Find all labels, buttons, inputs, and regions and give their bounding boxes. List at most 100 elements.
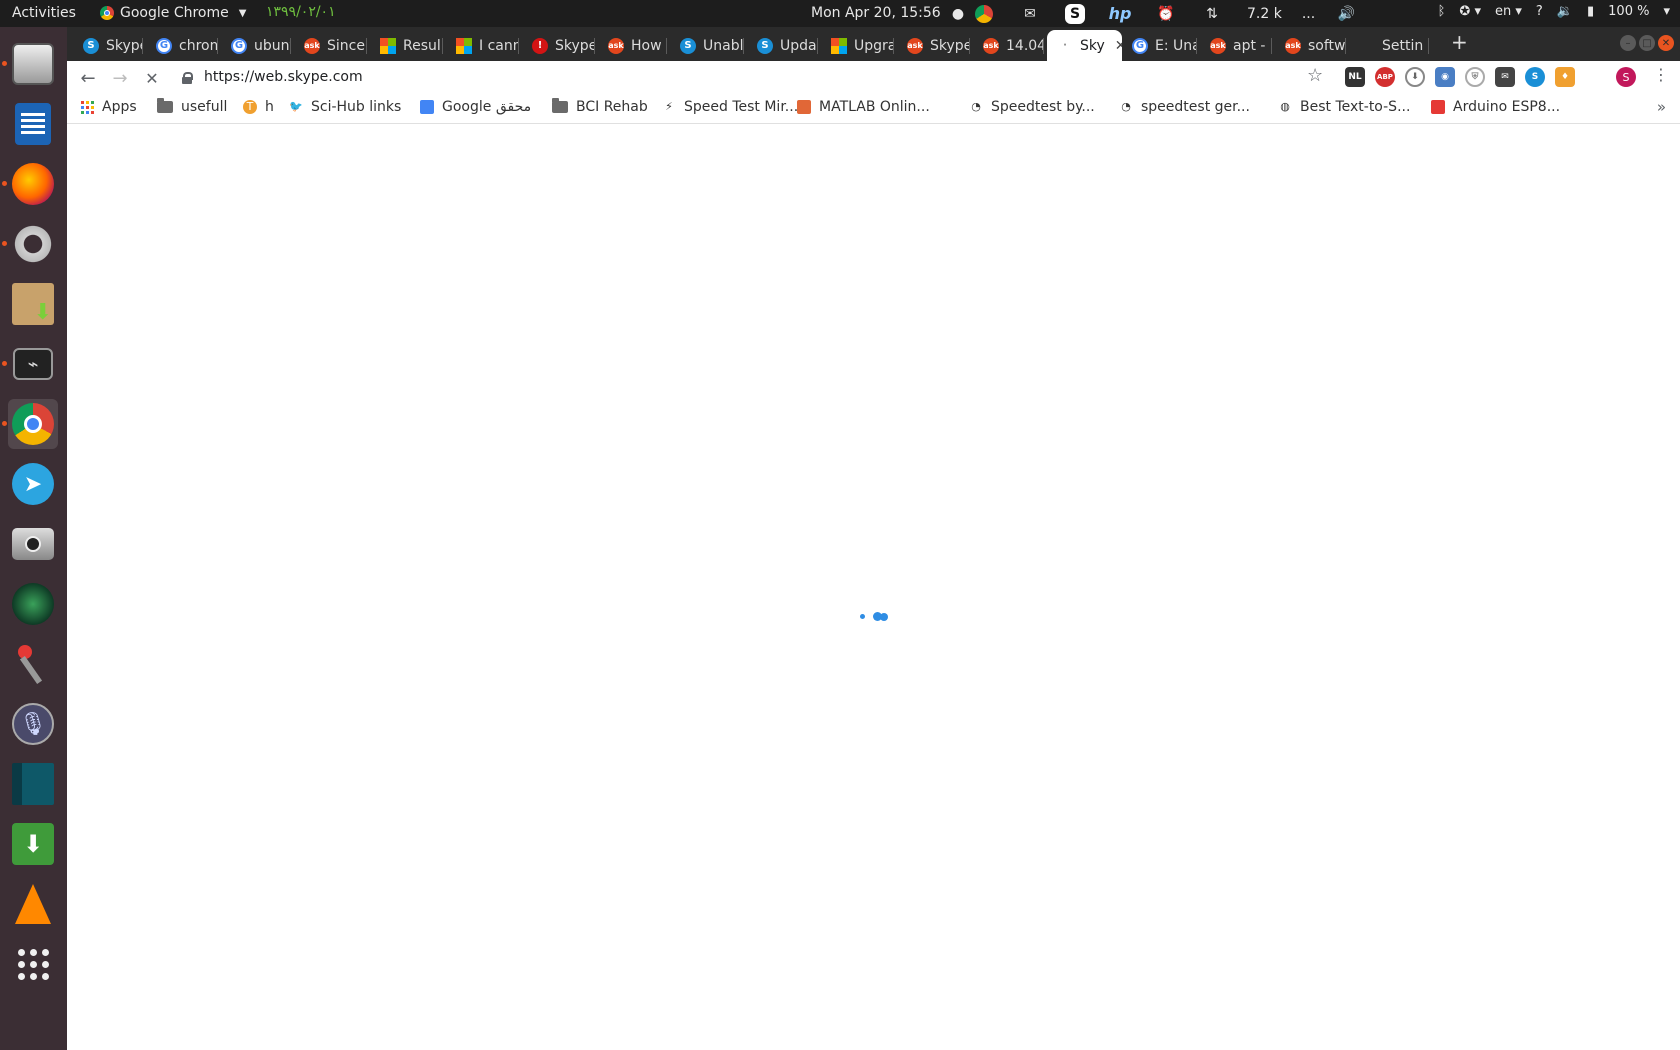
fox-extension-icon[interactable]: ♦ — [1555, 67, 1575, 87]
browser-tab[interactable]: Gubunt — [221, 30, 291, 61]
speaker-icon[interactable]: 🔉 — [1557, 4, 1573, 19]
bookmark-item[interactable]: usefull — [157, 98, 228, 115]
chevron-down-icon[interactable]: ▾ — [1663, 4, 1670, 19]
bookmark-item[interactable]: Apps — [81, 99, 137, 115]
back-button[interactable]: ← — [77, 67, 99, 89]
app-menu[interactable]: Google Chrome ▼ — [100, 5, 246, 21]
bookmark-item[interactable]: MATLAB Onlin... — [797, 99, 930, 115]
browser-tab[interactable]: Resul — [370, 30, 443, 61]
microphone-icon — [12, 643, 54, 685]
bookmark-label: Arduino ESP8... — [1453, 99, 1561, 115]
bookmark-star-icon[interactable]: ☆ — [1307, 65, 1323, 86]
screenshot-camera-icon[interactable]: ◉ — [1435, 67, 1455, 87]
bookmark-item[interactable]: ◍ Best Text-to-S... — [1278, 99, 1410, 115]
dock-writer[interactable] — [8, 99, 58, 149]
stop-loading-button[interactable]: ✕ — [141, 67, 163, 89]
mail-indicator-icon[interactable]: ✉ — [1019, 3, 1041, 25]
dock-voice-recorder[interactable] — [8, 639, 58, 689]
tab-title: Sky — [1080, 37, 1105, 54]
volume-icon[interactable]: 🔊 — [1335, 3, 1357, 25]
lock-icon[interactable] — [182, 71, 193, 84]
dock-software-install[interactable]: ⬇ — [8, 279, 58, 329]
apps-grid-icon — [81, 100, 94, 114]
browser-tab[interactable]: S Skype — [73, 30, 143, 61]
address-bar[interactable]: https://web.skype.com — [182, 64, 1397, 90]
dock-settings[interactable] — [2, 219, 58, 269]
close-tab-icon[interactable]: ✕ — [1115, 38, 1122, 54]
browser-tab[interactable]: ask softw — [1275, 30, 1346, 61]
browser-tab[interactable]: Upgra — [821, 30, 894, 61]
dock-telegram[interactable]: ➤ — [8, 459, 58, 509]
file-cabinet-icon — [12, 43, 54, 85]
mail-extension-icon[interactable]: ✉ — [1495, 67, 1515, 87]
running-indicator — [2, 181, 7, 186]
activities-button[interactable]: Activities — [12, 5, 76, 21]
clock[interactable]: Mon Apr 20, 15:56 — [811, 5, 941, 21]
profile-avatar[interactable]: S — [1616, 67, 1636, 87]
show-applications-button[interactable] — [8, 939, 58, 989]
bookmark-item[interactable]: ◔ speedtest ger... — [1119, 99, 1250, 115]
browser-tab[interactable]: I cann — [446, 30, 519, 61]
dock-chrome[interactable] — [2, 399, 58, 449]
browser-tab[interactable]: ask apt - U — [1200, 30, 1272, 61]
browser-tab[interactable]: · Sky ✕ — [1047, 30, 1122, 61]
bookmark-item[interactable]: Google محقق — [420, 99, 531, 115]
dock-download-manager[interactable]: ⬇ — [8, 819, 58, 869]
url-text[interactable]: https://web.skype.com — [204, 69, 363, 85]
forward-button[interactable]: → — [109, 67, 131, 89]
dock-globe-app[interactable] — [8, 579, 58, 629]
help-icon[interactable]: ? — [1536, 4, 1543, 19]
dock-camera[interactable] — [8, 519, 58, 569]
dock-workspaces[interactable] — [8, 759, 58, 809]
bookmark-item[interactable]: ⚡ Speed Test Mir... — [662, 99, 798, 115]
dock-vlc[interactable] — [8, 879, 58, 929]
dock-speech[interactable]: 🎙 — [8, 699, 58, 749]
dock-firefox[interactable] — [2, 159, 58, 209]
chrome-menu-icon[interactable]: ⋮ — [1653, 65, 1669, 84]
adblock-plus-icon[interactable]: ABP — [1375, 67, 1395, 87]
download-extension-icon[interactable]: ⬇ — [1405, 67, 1425, 87]
network-transfer-icon[interactable]: ⇅ — [1201, 3, 1223, 25]
browser-tab[interactable]: ask Skype — [897, 30, 970, 61]
tab-separator — [743, 38, 744, 54]
askubuntu-favicon-icon: ask — [608, 37, 624, 54]
browser-tab[interactable]: ! Skype — [522, 30, 595, 61]
close-window-button[interactable]: ✕ — [1658, 35, 1674, 51]
bookmarks-overflow-icon[interactable]: » — [1657, 98, 1666, 116]
browser-tab[interactable]: S Updat — [747, 30, 818, 61]
bookmarks-bar: Apps usefull Th 🐦 Sci-Hub links Google محقق BC… — [67, 93, 1680, 124]
bookmark-item[interactable]: ◔ Speedtest by... — [969, 99, 1095, 115]
browser-tab[interactable]: S Unabl — [670, 30, 744, 61]
bookmark-item[interactable]: BCI Rehab — [552, 98, 648, 115]
bookmark-item[interactable]: 🐦 Sci-Hub links — [289, 99, 401, 115]
dock-system-monitor[interactable]: ⌁ — [2, 339, 58, 389]
browser-tab[interactable]: Settin — [1349, 30, 1429, 61]
minimize-button[interactable]: – — [1620, 35, 1636, 51]
tray-overflow[interactable]: ... — [1302, 6, 1315, 22]
language-indicator[interactable]: en ▾ — [1495, 4, 1522, 19]
browser-tab[interactable]: ask 14.04 — [973, 30, 1044, 61]
translate-nl-icon[interactable]: NL — [1345, 67, 1365, 87]
battery-icon[interactable]: ▮ — [1587, 4, 1594, 19]
skype-tray-icon[interactable]: S — [1065, 3, 1085, 24]
bookmark-label: usefull — [181, 99, 228, 115]
accessibility-icon[interactable]: ✪ ▾ — [1459, 4, 1481, 19]
browser-tab[interactable]: Gchrom — [146, 30, 218, 61]
hp-icon[interactable]: hp — [1109, 3, 1132, 25]
browser-tab[interactable]: ask How t — [598, 30, 667, 61]
bookmark-item[interactable]: Th — [243, 99, 274, 115]
bookmark-item[interactable]: Arduino ESP8... — [1431, 99, 1560, 115]
dock-files[interactable] — [2, 39, 58, 89]
tab-title: ubunt — [254, 37, 291, 54]
browser-tab[interactable]: G E: Una — [1122, 30, 1197, 61]
chrome-tray-icon[interactable] — [973, 3, 995, 25]
browser-tab[interactable]: ask Since — [294, 30, 367, 61]
alarm-clock-icon[interactable]: ⏰ — [1155, 3, 1177, 25]
maximize-button[interactable]: □ — [1639, 35, 1655, 51]
bluetooth-icon[interactable]: ᛒ — [1438, 4, 1446, 19]
shield-extension-icon[interactable]: ⛨ — [1465, 67, 1485, 87]
new-tab-button[interactable]: + — [1451, 30, 1468, 54]
microsoft-favicon-icon — [456, 37, 472, 54]
google-favicon-icon: G — [231, 37, 247, 54]
skype-extension-icon[interactable]: S — [1525, 67, 1545, 87]
